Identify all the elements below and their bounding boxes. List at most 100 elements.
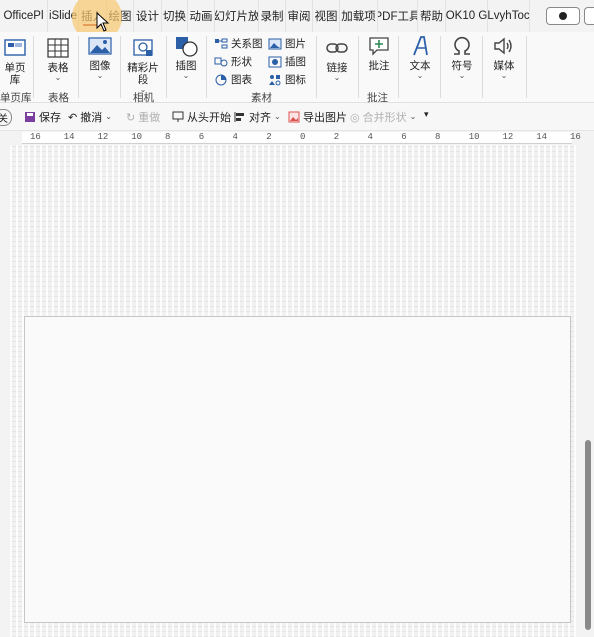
icons-icon: [269, 74, 281, 85]
tab-review[interactable]: 审阅: [286, 0, 313, 32]
export-image-button[interactable]: 导出图片: [288, 109, 347, 125]
customize-dropdown-icon: ▾: [424, 109, 429, 119]
tab-help[interactable]: 帮助: [418, 0, 446, 32]
undo-icon: ↶: [68, 111, 78, 124]
presentation-icon: [172, 111, 184, 122]
ribbon: 单页库 单页库 表格 ⌄ 表格 图像 ⌄ 精彩片段 ⌄ 相机 插图 ⌄ 关系图 …: [0, 32, 594, 104]
chevron-down-icon: ⌄: [96, 71, 104, 80]
chevron-down-icon: ⌄: [105, 112, 112, 121]
tab-record[interactable]: 录制: [259, 0, 286, 32]
tab-animations[interactable]: 动画: [188, 0, 215, 32]
slide-canvas[interactable]: [24, 316, 571, 623]
ruler-tick-label: 10: [468, 132, 480, 142]
chevron-down-icon: ⌄: [416, 71, 424, 80]
quick-access-toolbar: 关 保存 ↶ 撤消 ⌄ ↻ 重做 从头开始 对齐 ⌄ 导出图片 ◎ 合并形状 ⌄…: [0, 103, 594, 131]
text-button[interactable]: 文本 ⌄: [404, 34, 436, 80]
shape-outline-icon: [214, 57, 228, 66]
ruler-tick-label: 14: [536, 132, 548, 142]
link-icon: [326, 36, 348, 60]
merge-shapes-button[interactable]: ◎ 合并形状 ⌄: [350, 109, 416, 125]
chevron-down-icon: ⌄: [182, 71, 190, 80]
smartart-icon: [215, 38, 228, 48]
ruler-tick-label: 6: [401, 132, 407, 142]
ruler-tick-label: 8: [435, 132, 441, 142]
camera-clip-icon: [132, 36, 154, 60]
export-image-icon: [288, 111, 300, 123]
comment-button[interactable]: 批注: [363, 34, 395, 72]
ruler-tick-label: 8: [165, 132, 171, 142]
close-pane-button[interactable]: 关: [0, 109, 12, 126]
new-slide-button[interactable]: 单页库: [0, 36, 30, 86]
speaker-icon: [493, 34, 515, 58]
group-divider: [398, 36, 399, 98]
align-button[interactable]: 对齐 ⌄: [234, 109, 281, 125]
image-button[interactable]: 图像 ⌄: [84, 34, 116, 80]
shapes-button[interactable]: 形状: [214, 54, 252, 69]
chevron-down-icon: ⌄: [274, 112, 281, 121]
smartart-button[interactable]: 关系图: [214, 36, 263, 51]
tab-islide[interactable]: iSlide: [48, 0, 79, 32]
illustration-button[interactable]: 插图: [268, 54, 306, 69]
tab-insert[interactable]: 插入: [79, 0, 107, 32]
ruler-tick-label: 12: [97, 132, 109, 142]
tab-ok10[interactable]: OK10 G: [446, 0, 488, 32]
tab-addins[interactable]: 加载项: [340, 0, 378, 32]
table-icon: [47, 36, 69, 60]
redo-icon: ↻: [126, 111, 136, 124]
ruler-tick-label: 6: [198, 132, 205, 142]
undo-button[interactable]: ↶ 撤消 ⌄: [68, 109, 112, 125]
tab-draw[interactable]: 绘图: [107, 0, 134, 32]
save-icon: [25, 112, 35, 122]
photo-album-button[interactable]: 精彩片段 ⌄: [124, 36, 162, 94]
group-divider: [358, 36, 359, 98]
ruler-tick-label: 10: [131, 132, 143, 142]
horizontal-ruler: 16 14 12 10 8 6 4 2 0 2 4 6 8 10 12 14 16: [22, 132, 581, 144]
chevron-down-icon: ⌄: [458, 71, 466, 80]
chart-button[interactable]: 图表: [214, 72, 252, 87]
group-divider: [440, 36, 441, 98]
comment-icon: [368, 34, 390, 58]
tab-view[interactable]: 视图: [313, 0, 340, 32]
link-button[interactable]: 链接 ⌄: [321, 36, 353, 82]
tab-transitions[interactable]: 切换: [162, 0, 188, 32]
chevron-down-icon: ⌄: [500, 71, 508, 80]
chevron-down-icon: ⌄: [409, 112, 417, 121]
ruler-tick-label: 4: [367, 132, 373, 142]
text-a-icon: [409, 34, 431, 58]
from-start-button[interactable]: 从头开始: [172, 109, 231, 125]
media-button[interactable]: 媒体 ⌄: [488, 34, 520, 80]
tab-officeplus[interactable]: OfficePl: [0, 0, 48, 32]
tab-design[interactable]: 设计: [134, 0, 162, 32]
group-divider: [120, 36, 121, 98]
ruler-tick-label: 0: [300, 132, 306, 142]
omega-icon: [451, 34, 473, 58]
redo-button[interactable]: ↻ 重做: [126, 109, 160, 125]
record-button[interactable]: [546, 7, 580, 25]
group-divider: [78, 36, 79, 98]
group-divider: [166, 36, 167, 98]
ruler-tick-label: 2: [333, 132, 340, 142]
tab-lvyhtools[interactable]: LvyhToc: [488, 0, 530, 32]
illustration-icon: [268, 56, 282, 67]
ruler-tick-label: 14: [63, 132, 75, 142]
ruler-tick-label: 4: [232, 132, 238, 142]
customize-toolbar-button[interactable]: ▾: [424, 109, 429, 120]
group-divider: [33, 36, 34, 98]
ruler-tick-label: 16: [30, 132, 41, 142]
scrollbar-thumb[interactable]: [585, 440, 591, 630]
pictures-button[interactable]: 图片: [268, 36, 306, 51]
chevron-down-icon: ⌄: [333, 73, 341, 82]
align-icon: [234, 112, 244, 122]
icons-button[interactable]: 图标: [268, 72, 306, 87]
merge-shapes-icon: ◎: [350, 111, 360, 124]
tab-pdf-tools[interactable]: PDF工具: [378, 0, 418, 32]
share-button[interactable]: [584, 7, 594, 25]
ruler-tick-label: 12: [502, 132, 514, 142]
tab-slideshow[interactable]: 幻灯片放: [215, 0, 259, 32]
table-button[interactable]: 表格 ⌄: [42, 36, 74, 82]
save-button[interactable]: 保存: [24, 109, 61, 125]
group-divider: [316, 36, 317, 98]
symbol-button[interactable]: 符号 ⌄: [446, 34, 478, 80]
group-divider: [482, 36, 483, 98]
screenshot-button[interactable]: 插图 ⌄: [170, 34, 202, 80]
